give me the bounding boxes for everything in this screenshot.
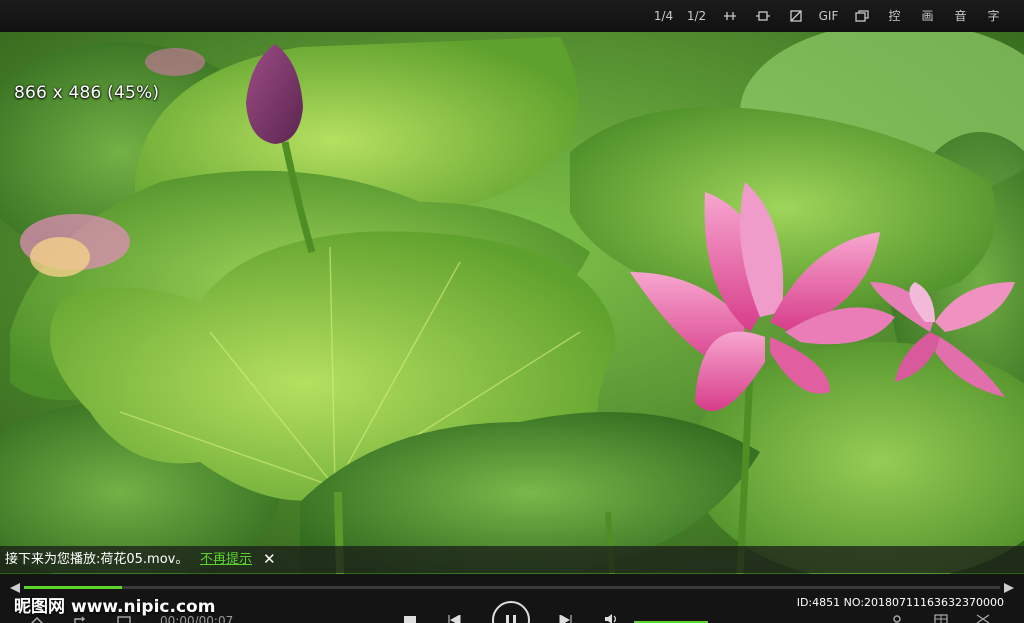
tool-control[interactable]: 控 bbox=[878, 7, 911, 25]
watermark-brand: 昵图网 bbox=[14, 597, 65, 617]
progress-bar[interactable] bbox=[24, 586, 1000, 589]
next-icon[interactable] bbox=[559, 615, 573, 623]
windows-icon[interactable] bbox=[845, 7, 878, 25]
tool-half-size[interactable]: 1/2 bbox=[680, 7, 713, 25]
tool-picture[interactable]: 画 bbox=[911, 7, 944, 25]
lotus-scene bbox=[0, 32, 1024, 574]
seek-forward-icon[interactable] bbox=[1004, 582, 1016, 594]
progress-fill bbox=[24, 586, 122, 589]
fullscreen-icon[interactable] bbox=[976, 614, 990, 623]
crop-box-icon[interactable] bbox=[746, 7, 779, 25]
crop-horizontal-icon[interactable] bbox=[713, 7, 746, 25]
pause-icon bbox=[506, 615, 516, 623]
loop-icon[interactable] bbox=[73, 616, 87, 623]
tool-audio[interactable]: 音 bbox=[944, 7, 977, 25]
close-icon[interactable]: ✕ bbox=[263, 546, 276, 573]
settings-icon[interactable] bbox=[890, 614, 904, 623]
toolbar-buttons: 1/4 1/2 GIF 控 画 音 字 bbox=[647, 7, 1010, 25]
next-play-notice: 接下来为您播放:荷花05.mov。 不再提示 ✕ bbox=[0, 546, 1024, 573]
stop-icon[interactable] bbox=[403, 615, 417, 623]
dont-show-again-link[interactable]: 不再提示 bbox=[200, 546, 252, 573]
next-play-message: 接下来为您播放:荷花05.mov。 bbox=[5, 552, 189, 567]
tool-subtitle[interactable]: 字 bbox=[977, 7, 1010, 25]
tool-quarter-size[interactable]: 1/4 bbox=[647, 7, 680, 25]
rotate-icon[interactable] bbox=[779, 7, 812, 25]
resolution-label: 866 x 486 (45%) bbox=[14, 83, 160, 103]
control-bar: 昵图网 www.nipic.com ID:4851 NO:201807111636… bbox=[0, 574, 1024, 623]
grid-icon[interactable] bbox=[934, 614, 948, 623]
volume-icon[interactable] bbox=[604, 614, 620, 623]
time-display: 00:00/00:07 bbox=[160, 614, 234, 623]
playlist-icon[interactable] bbox=[117, 616, 131, 623]
tool-gif[interactable]: GIF bbox=[812, 7, 845, 25]
previous-icon[interactable] bbox=[447, 615, 461, 623]
pause-button[interactable] bbox=[492, 601, 530, 623]
top-toolbar: 1/4 1/2 GIF 控 画 音 字 bbox=[0, 0, 1024, 32]
video-frame[interactable]: 866 x 486 (45%) bbox=[0, 32, 1024, 574]
image-id: ID:4851 NO:20180711163632370000 bbox=[796, 596, 1004, 609]
home-icon[interactable] bbox=[30, 616, 44, 623]
video-player: 1/4 1/2 GIF 控 画 音 字 866 x 486 (45%) 接下来为… bbox=[0, 0, 1024, 623]
